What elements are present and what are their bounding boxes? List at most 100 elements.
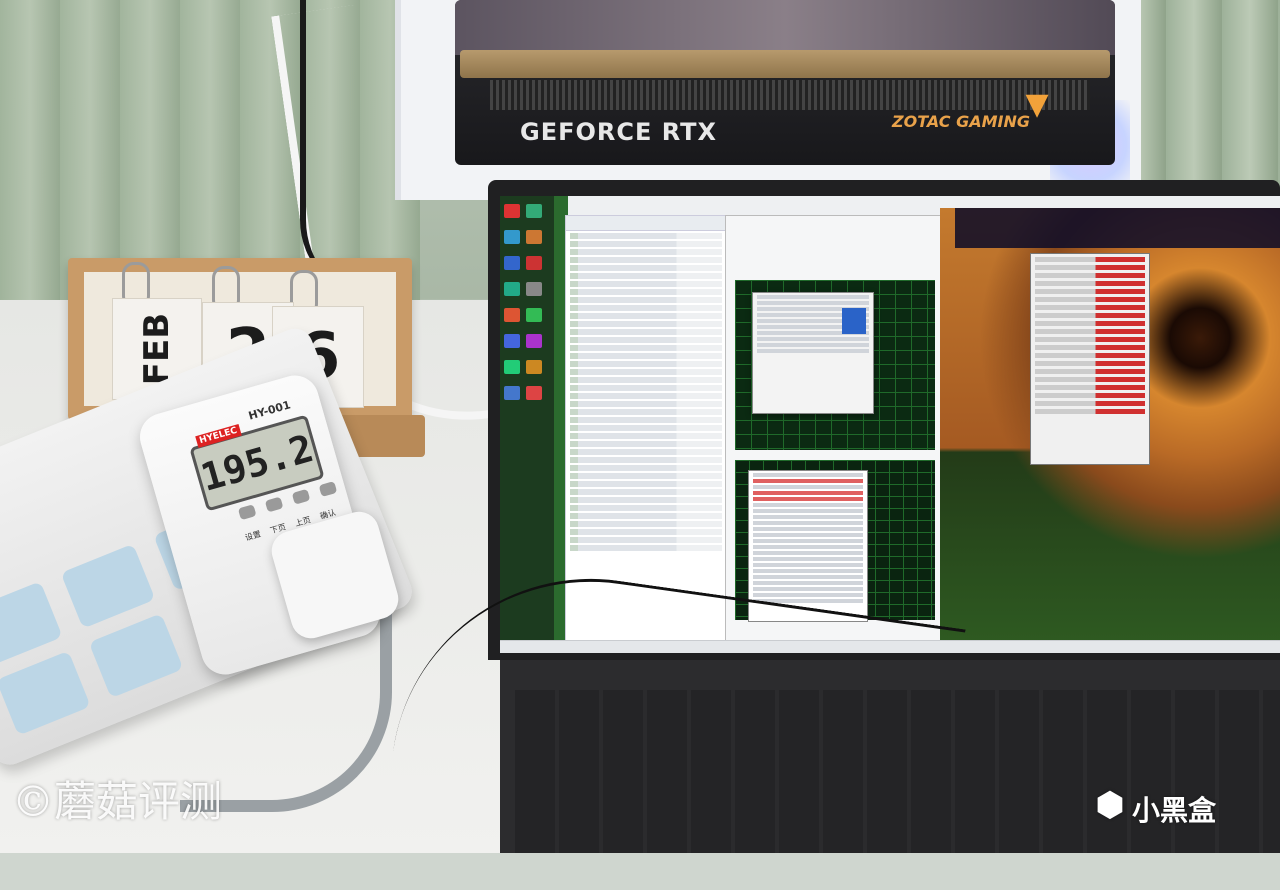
sensor-row	[570, 433, 722, 439]
gpu-sensor-row	[1035, 385, 1145, 390]
app-icon	[504, 334, 520, 348]
sensor-row	[570, 273, 722, 279]
cpu-info-row	[757, 349, 869, 353]
sensor-row	[570, 441, 722, 447]
sensor-row	[570, 385, 722, 391]
sensor-row	[570, 457, 722, 463]
sensor-row	[570, 529, 722, 535]
meter-button	[264, 496, 284, 513]
sensor-row	[570, 265, 722, 271]
clock-row	[753, 491, 863, 495]
app-icon	[526, 334, 542, 348]
clock-row	[753, 545, 863, 549]
benchmark-overlay-text	[955, 208, 1280, 248]
black-cable	[300, 0, 426, 300]
gpu-brand-label: GEFORCE RTX	[520, 118, 718, 146]
clock-row	[753, 575, 863, 579]
sensor-row	[570, 257, 722, 263]
sensor-row	[570, 241, 722, 247]
clock-row	[753, 569, 863, 573]
gpu-sensor-window	[1030, 253, 1150, 465]
clock-row	[753, 503, 863, 507]
clock-row	[753, 515, 863, 519]
gpu-sensor-row	[1035, 353, 1145, 358]
gpu-sensor-row	[1035, 377, 1145, 382]
app-icon	[526, 204, 542, 218]
app-icon	[526, 230, 542, 244]
sensor-row	[570, 481, 722, 487]
sensor-row	[570, 345, 722, 351]
cpu-info-row	[757, 295, 869, 299]
app-icon	[504, 256, 520, 270]
cpu-info-row	[757, 343, 869, 347]
intel-core-logo-icon	[842, 308, 866, 334]
power-socket	[60, 543, 156, 629]
sensor-row	[570, 369, 722, 375]
sensor-row	[570, 505, 722, 511]
clock-row	[753, 551, 863, 555]
app-icon	[526, 256, 542, 270]
sensor-row	[570, 297, 722, 303]
sensor-row	[570, 329, 722, 335]
zotac-logo-icon: ▼	[1025, 87, 1049, 122]
meter-button-label: 设置	[244, 529, 262, 543]
clock-speed-window	[748, 470, 868, 622]
clock-row	[753, 509, 863, 513]
cpu-info-row	[757, 301, 869, 305]
sensor-row	[570, 337, 722, 343]
sensor-row	[570, 497, 722, 503]
gpu-sensor-row	[1035, 297, 1145, 302]
power-socket	[88, 613, 184, 699]
sensor-row	[570, 521, 722, 527]
gpu-sensor-row	[1035, 345, 1145, 350]
sensor-row	[570, 545, 722, 551]
clock-row	[753, 473, 863, 477]
gpu-sensor-row	[1035, 361, 1145, 366]
app-icon	[526, 282, 542, 296]
gpu-sensor-row	[1035, 369, 1145, 374]
sensor-row	[570, 353, 722, 359]
clock-row	[753, 593, 863, 597]
clock-row	[753, 527, 863, 531]
clock-row	[753, 497, 863, 501]
gpu-sensor-row	[1035, 337, 1145, 342]
graphics-card-heatsink	[490, 80, 1090, 110]
app-icon	[526, 308, 542, 322]
sensor-row	[570, 417, 722, 423]
meter-button	[237, 504, 257, 521]
clock-row	[753, 485, 863, 489]
app-icon	[526, 360, 542, 374]
gpu-sensor-row	[1035, 257, 1145, 262]
power-socket	[0, 581, 63, 667]
cpu-info-row	[757, 337, 869, 341]
app-icon	[504, 230, 520, 244]
gpu-sensor-row	[1035, 329, 1145, 334]
clock-row	[753, 521, 863, 525]
gpu-sensor-row	[1035, 265, 1145, 270]
app-icon	[526, 386, 542, 400]
clock-row	[753, 557, 863, 561]
app-icon	[504, 282, 520, 296]
app-icon	[504, 386, 520, 400]
gpu-sensor-row	[1035, 321, 1145, 326]
gpu-sensor-row	[1035, 273, 1145, 278]
heybox-logo-icon: ⬢	[1095, 785, 1125, 825]
power-socket	[0, 650, 91, 736]
sensor-row	[570, 249, 722, 255]
sensor-row	[570, 465, 722, 471]
sensor-row	[570, 233, 722, 239]
sensor-row	[570, 361, 722, 367]
sensor-row	[570, 409, 722, 415]
clock-row	[753, 479, 863, 483]
sensor-row	[570, 401, 722, 407]
gpu-sensor-row	[1035, 305, 1145, 310]
clock-row	[753, 563, 863, 567]
sensor-row	[570, 489, 722, 495]
sensor-row	[570, 313, 722, 319]
gpu-sensor-row	[1035, 401, 1145, 406]
watermark-left: ©蘑菇评测	[12, 777, 223, 826]
sensor-row	[570, 473, 722, 479]
meter-button	[291, 488, 311, 505]
clock-row	[753, 581, 863, 585]
sensor-row	[570, 281, 722, 287]
